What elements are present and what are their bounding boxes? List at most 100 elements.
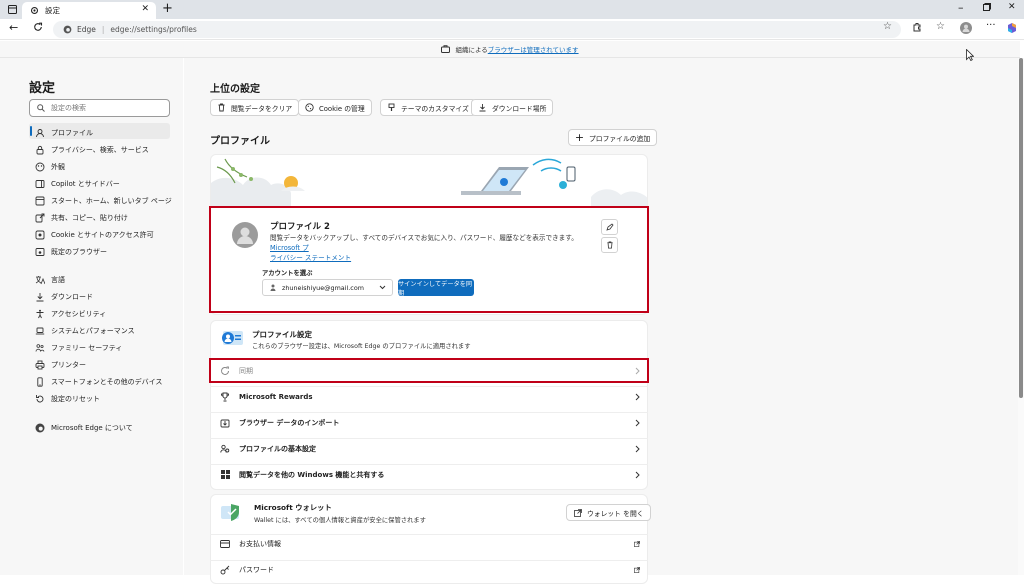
close-window-icon[interactable]: ✕ — [1008, 2, 1016, 12]
url-text: edge://settings/profiles — [110, 25, 197, 34]
people-icon — [219, 443, 231, 455]
account-label: アカウントを選ぶ — [262, 270, 313, 277]
rewards-row[interactable]: Microsoft Rewards — [210, 386, 648, 406]
sidebar-item-label: 共有、コピー、貼り付け — [51, 214, 128, 222]
external-link-icon — [634, 566, 640, 574]
button-label: テーマのカスタマイズ — [401, 104, 469, 113]
sidebar-item-printer[interactable]: プリンター — [35, 357, 86, 373]
sidebar-item-profile[interactable]: プロファイル — [35, 125, 93, 141]
tab-title: 設定 — [45, 6, 60, 15]
chevron-right-icon — [634, 393, 640, 401]
button-label: Cookie の管理 — [319, 104, 365, 113]
laptop-icon — [35, 326, 45, 336]
edge-icon — [63, 25, 72, 34]
sidebar-item-language[interactable]: 言語 — [35, 272, 65, 288]
sidebar-item-label: 外観 — [51, 163, 65, 171]
account-value: zhuneishiyue@gmail.com — [282, 283, 364, 292]
trophy-icon — [219, 391, 231, 403]
sidebar-item-appearance[interactable]: 外観 — [35, 159, 65, 175]
import-row[interactable]: ブラウザー データのインポート — [210, 412, 648, 432]
sign-in-sync-button[interactable]: サインインしてデータを同期 — [398, 279, 474, 297]
copilot-icon[interactable] — [1006, 22, 1018, 34]
sidebar-item-lock[interactable]: プライバシー、検索、サービス — [35, 142, 149, 158]
description-text: 閲覧データをバックアップし、すべてのデバイスでお気に入り、パスワード、履歴などを… — [270, 234, 578, 242]
tab-settings[interactable]: 設定 ✕ — [22, 2, 156, 19]
wallet-title: Microsoft ウォレット — [254, 503, 332, 512]
trash-icon — [217, 103, 226, 112]
payment-info-row[interactable]: お支払い情報 — [210, 534, 648, 552]
sidebar-item-accessibility[interactable]: アクセシビリティ — [35, 306, 106, 322]
sidebar-item-home[interactable]: スタート、ホーム、新しいタブ ページ — [35, 193, 172, 209]
open-wallet-button[interactable]: ウォレット を開く — [566, 504, 651, 521]
edit-profile-button[interactable] — [601, 219, 618, 235]
wallet-icon — [219, 502, 245, 522]
address-bar[interactable]: Edge | edge://settings/profiles — [53, 21, 901, 38]
chevron-right-icon — [634, 445, 640, 453]
add-profile-button[interactable]: + プロファイルの追加 — [568, 129, 658, 146]
scrollbar-thumb[interactable] — [1019, 58, 1023, 398]
extensions-icon[interactable] — [912, 22, 922, 32]
close-tab-icon[interactable]: ✕ — [141, 4, 149, 14]
more-options-icon[interactable]: ··· — [986, 20, 996, 31]
row-label: パスワード — [239, 565, 274, 574]
chevron-right-icon — [634, 419, 640, 427]
profile-settings-title: プロファイル設定 — [252, 330, 312, 339]
back-icon[interactable]: ← — [9, 21, 18, 34]
sidebar-item-reset[interactable]: 設定のリセット — [35, 391, 100, 407]
password-row[interactable]: パスワード — [210, 560, 648, 578]
minimize-icon[interactable]: – — [958, 1, 964, 14]
download-icon — [478, 103, 487, 112]
profile-banner-illustration — [211, 158, 647, 207]
profile-avatar-icon[interactable] — [960, 22, 972, 34]
sidebar-item-cookie[interactable]: Cookie とサイトのアクセス許可 — [35, 227, 154, 243]
cookie-icon — [35, 230, 45, 240]
sidebar-item-download[interactable]: ダウンロード — [35, 289, 93, 305]
settings-search-input[interactable]: 設定の検索 — [29, 99, 170, 117]
refresh-icon[interactable] — [33, 22, 43, 32]
row-label: ブラウザー データのインポート — [239, 418, 340, 427]
briefcase-icon — [441, 45, 451, 53]
profile-name: プロファイル 2 — [270, 222, 330, 232]
new-tab-icon[interactable]: + — [162, 1, 173, 16]
button-label: プロファイルの追加 — [589, 134, 651, 143]
account-select[interactable]: zhuneishiyue@gmail.com — [262, 279, 393, 296]
family-icon — [35, 343, 45, 353]
clear-browsing-data-button[interactable]: 閲覧データをクリア — [210, 99, 300, 116]
share-windows-row[interactable]: 閲覧データを他の Windows 機能と共有する — [210, 464, 648, 484]
sidebar-item-label: 既定のブラウザー — [51, 248, 107, 256]
reset-icon — [35, 394, 45, 404]
sidebar-item-family[interactable]: ファミリー セーフティ — [35, 340, 122, 356]
sidebar-item-browser[interactable]: 既定のブラウザー — [35, 244, 107, 260]
sidebar-item-edge[interactable]: Microsoft Edge について — [35, 420, 133, 436]
accessibility-icon — [35, 309, 45, 319]
sidebar-item-phone[interactable]: スマートフォンとその他のデバイス — [35, 374, 162, 390]
download-icon — [35, 292, 45, 302]
sidebar-item-laptop[interactable]: システムとパフォーマンス — [35, 323, 135, 339]
favorites-icon[interactable]: ☆ — [936, 21, 945, 32]
sidebar-item-share[interactable]: 共有、コピー、貼り付け — [35, 210, 128, 226]
sidebar-item-label: ファミリー セーフティ — [51, 344, 123, 352]
button-label: ダウンロード場所 — [492, 104, 547, 113]
tab-actions-icon[interactable] — [7, 4, 17, 14]
managed-link[interactable]: ブラウザーは管理されています — [488, 44, 579, 54]
scrollbar[interactable] — [1018, 58, 1024, 575]
button-label: ウォレット を開く — [587, 509, 644, 518]
delete-profile-button[interactable] — [601, 237, 618, 253]
customize-theme-button[interactable]: テーマのカスタマイズ — [380, 99, 476, 116]
infobar-prefix: 組織による — [455, 46, 488, 54]
profile-preferences-row[interactable]: プロファイルの基本設定 — [210, 438, 648, 458]
sidebar-title: 設定 — [29, 81, 56, 96]
pencil-icon — [605, 223, 614, 231]
managed-infobar: 組織による ブラウザーは管理されています — [0, 41, 1020, 58]
sidebar-item-sidebar[interactable]: Copilot とサイドバー — [35, 176, 120, 192]
privacy-link[interactable]: Microsoft プ — [270, 244, 309, 252]
manage-cookies-button[interactable]: Cookie の管理 — [298, 99, 372, 116]
external-link-icon — [634, 540, 640, 548]
privacy-link-2[interactable]: ライバシー ステートメント — [270, 254, 351, 262]
download-location-button[interactable]: ダウンロード場所 — [471, 99, 554, 116]
profile-avatar — [232, 222, 258, 248]
wallet-subtitle: Wallet には、すべての個人情報と資産が安全に保管されます — [254, 517, 426, 524]
person-icon — [270, 284, 276, 291]
favorite-star-icon[interactable]: ☆ — [883, 21, 892, 32]
restore-icon[interactable] — [983, 3, 991, 11]
